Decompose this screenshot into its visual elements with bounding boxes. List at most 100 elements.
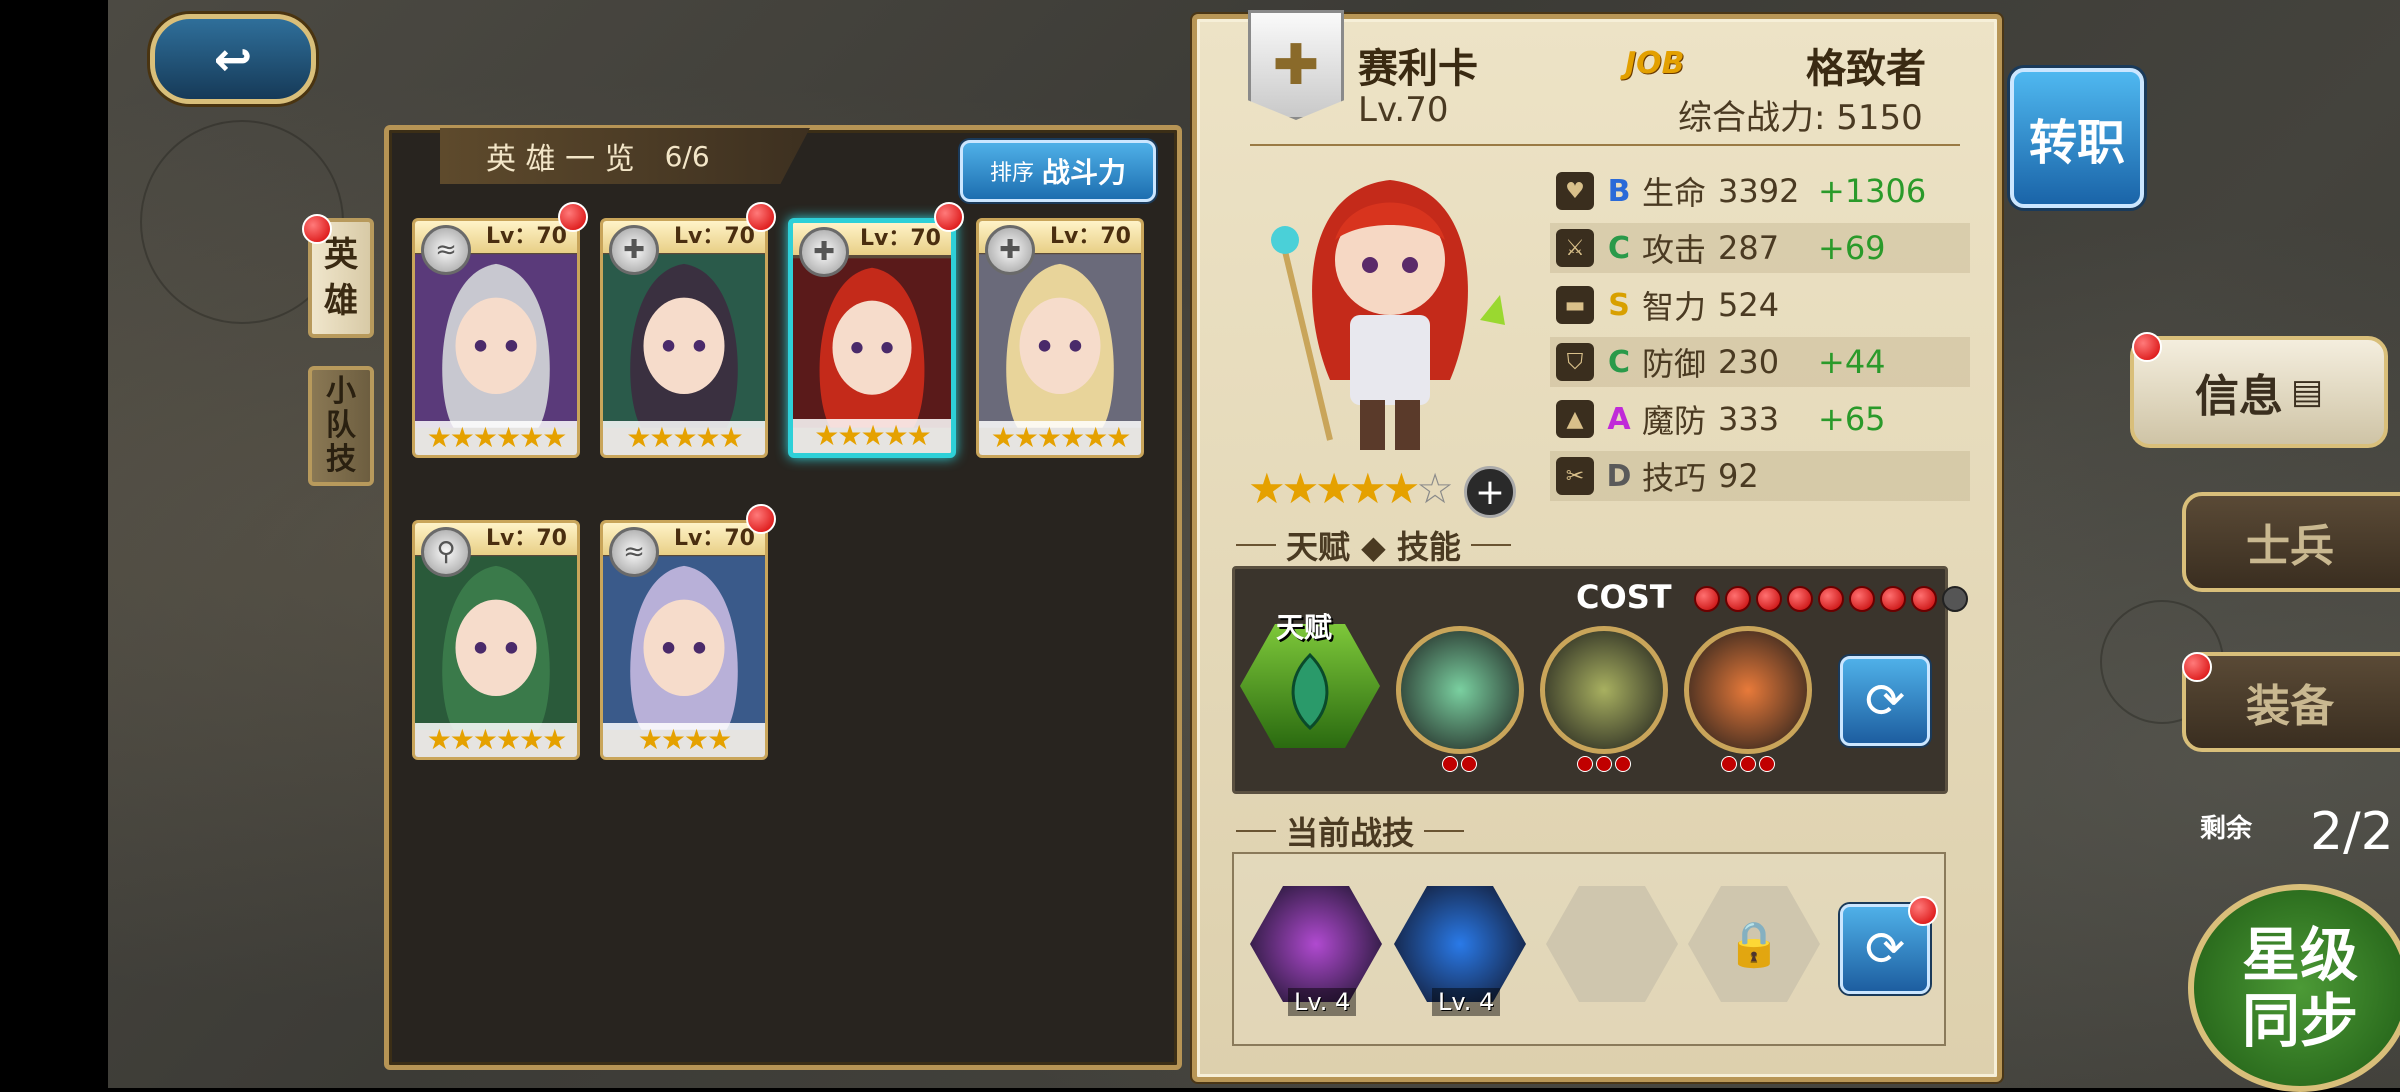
tab-heroes-alert — [302, 214, 332, 244]
stat-value: 524 — [1718, 286, 1780, 324]
empty-star: ☆ — [1416, 464, 1454, 513]
swap-icon: ⟳ — [1864, 673, 1906, 729]
battle-skill-level: Lv. 4 — [1432, 988, 1501, 1016]
add-star-button[interactable]: + — [1464, 466, 1516, 518]
hero-star-rating: ★★★★★☆ — [1248, 464, 1454, 513]
stat-label: 生命 — [1642, 174, 1707, 212]
stat-value: 333 — [1718, 400, 1780, 438]
hero-level: Lv.70 — [1358, 90, 1449, 130]
battle-skill-level: Lv. 4 — [1288, 988, 1357, 1016]
hero-stars: ★★★★★ — [793, 419, 951, 453]
hero-card[interactable]: Lv：70 ✚ ★★★★★ — [788, 218, 956, 458]
sort-button[interactable]: 排序 战斗力 — [960, 140, 1156, 202]
hero-face — [415, 556, 577, 730]
stat-grade: S — [1608, 287, 1630, 323]
remain-label: 剩余 — [2200, 814, 2253, 844]
class-wave-icon: ≈ — [421, 225, 471, 275]
tab-squad-skills[interactable]: 小 队 技 — [308, 366, 374, 486]
info-button[interactable]: 信息 ▤ — [2130, 336, 2388, 448]
hero-alert — [934, 202, 964, 232]
swap-battle-alert — [1908, 896, 1938, 926]
book-icon: ▬ — [1556, 286, 1594, 324]
star-sync-button[interactable]: 星级 同步 — [2188, 884, 2400, 1092]
hero-card[interactable]: Lv：70 ≈ ★★★★★★ — [412, 218, 580, 458]
stat-row: ▲ A 魔防 333 +65 — [1550, 394, 1970, 444]
stat-grade: D — [1606, 458, 1632, 494]
hero-face — [415, 254, 577, 428]
hero-stars: ★★★★ — [603, 723, 765, 757]
hero-alert — [746, 202, 776, 232]
stat-label: 技巧 — [1642, 459, 1707, 497]
stat-row: ✂ D 技巧 92 — [1550, 451, 1970, 501]
cost-pip — [1880, 586, 1906, 612]
back-arrow-icon: ↩ — [213, 32, 253, 86]
tab-heroes-label: 英 雄 — [324, 235, 358, 321]
stat-bonus: +44 — [1818, 343, 1886, 381]
stat-label: 智力 — [1642, 288, 1707, 326]
soldier-label: 士兵 — [2246, 521, 2334, 572]
stat-value: 287 — [1718, 229, 1780, 267]
battle-skill-header: 当前战技 — [1236, 808, 1465, 854]
stat-row: ⚔ C 攻击 287 +69 — [1550, 223, 1970, 273]
document-icon: ▤ — [2290, 372, 2324, 412]
class-cross-icon: ✚ — [799, 227, 849, 277]
cost-pip — [1849, 586, 1875, 612]
hero-count: 6/6 — [664, 139, 710, 173]
talent-skill-header: 天赋 ◆ 技能 — [1236, 522, 1511, 568]
hero-face — [793, 258, 951, 428]
class-cross-icon: ✚ — [609, 225, 659, 275]
stat-label: 攻击 — [1642, 231, 1707, 269]
lock-icon: 🔒 — [1726, 919, 1782, 970]
plus-icon: + — [1474, 471, 1506, 513]
skill-orb[interactable] — [1684, 626, 1812, 754]
skill-orb[interactable] — [1540, 626, 1668, 754]
job-name: 格致者 — [1806, 46, 1926, 92]
skill-cost-pips — [1442, 756, 1477, 772]
equipment-button[interactable]: 装备 — [2182, 652, 2400, 752]
skill-cost-pips — [1721, 756, 1775, 772]
stat-value: 3392 — [1718, 172, 1800, 210]
scissors-icon: ✂ — [1556, 457, 1594, 495]
stat-bonus: +65 — [1818, 400, 1886, 438]
hero-stars: ★★★★★★ — [979, 421, 1141, 455]
class-wave-icon: ≈ — [609, 527, 659, 577]
stat-grade: B — [1607, 173, 1631, 209]
stat-value: 230 — [1718, 343, 1780, 381]
hero-card[interactable]: Lv：70 ⚲ ★★★★★★ — [412, 520, 580, 760]
stat-label: 魔防 — [1642, 402, 1707, 440]
sword-icon: ⚔ — [1556, 229, 1594, 267]
hero-stars: ★★★★★ — [603, 421, 765, 455]
tab-squad-skills-label: 小 队 技 — [326, 374, 356, 477]
stat-grade: C — [1607, 230, 1631, 266]
hero-list-header: 英 雄 一 览 6/6 — [440, 128, 810, 184]
hero-name: 赛利卡 — [1358, 46, 1478, 92]
hero-stars: ★★★★★★ — [415, 421, 577, 455]
skill-orb[interactable] — [1396, 626, 1524, 754]
cost-pips — [1694, 586, 1968, 612]
equipment-label: 装备 — [2246, 681, 2334, 732]
hero-face — [603, 254, 765, 428]
divider — [1250, 144, 1960, 146]
swap-skills-button[interactable]: ⟳ — [1840, 656, 1930, 746]
hero-card[interactable]: Lv：70 ✚ ★★★★★ — [600, 218, 768, 458]
talent-label: 天赋 — [1276, 611, 1333, 644]
hero-card[interactable]: Lv：70 ✚ ★★★★★★ — [976, 218, 1144, 458]
stat-grade: A — [1607, 401, 1631, 437]
soldier-button[interactable]: 士兵 — [2182, 492, 2400, 592]
job-change-button[interactable]: 转职 — [2010, 68, 2144, 208]
hero-list-title: 英 雄 一 览 — [486, 142, 635, 177]
hero-card[interactable]: Lv：70 ≈ ★★★★ — [600, 520, 768, 760]
back-button[interactable]: ↩ — [150, 14, 316, 104]
hero-portrait — [1271, 180, 1505, 450]
cost-pip — [1818, 586, 1844, 612]
hero-stars: ★★★★★★ — [415, 723, 577, 757]
cost-pip — [1787, 586, 1813, 612]
skill-cost-pips — [1577, 756, 1631, 772]
stat-value: 92 — [1718, 457, 1759, 495]
cost-label: COST — [1576, 578, 1672, 616]
job-label: JOB — [1625, 46, 1685, 81]
stat-bonus: +1306 — [1818, 172, 1927, 210]
talent-skill-title: 天赋 ◆ 技能 — [1286, 528, 1461, 566]
hat-icon: ▲ — [1556, 400, 1594, 438]
remain-value: 2/2 — [2310, 802, 2394, 862]
